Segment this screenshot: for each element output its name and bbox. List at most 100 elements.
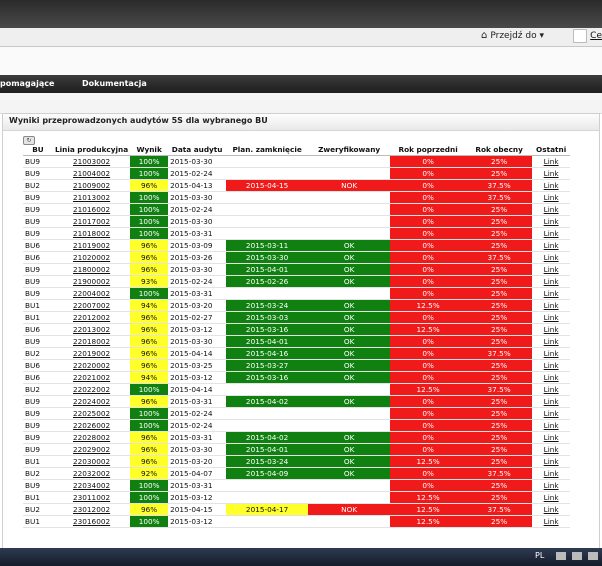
last-audit-link[interactable]: Link bbox=[544, 169, 559, 178]
cell-prev-year: 0% bbox=[390, 227, 467, 240]
last-audit-link[interactable]: Link bbox=[544, 325, 559, 334]
cell-score: 100% bbox=[130, 479, 169, 492]
last-audit-link[interactable]: Link bbox=[544, 289, 559, 298]
last-audit-link[interactable]: Link bbox=[544, 241, 559, 250]
cell-verified: OK bbox=[308, 443, 391, 456]
last-audit-link[interactable]: Link bbox=[544, 217, 559, 226]
last-audit-link[interactable]: Link bbox=[544, 193, 559, 202]
last-audit-link[interactable]: Link bbox=[544, 205, 559, 214]
line-link[interactable]: 22028002 bbox=[73, 433, 110, 442]
last-audit-link[interactable]: Link bbox=[544, 181, 559, 190]
line-link[interactable]: 22030002 bbox=[73, 457, 110, 466]
line-link[interactable]: 22022002 bbox=[73, 385, 110, 394]
last-audit-link[interactable]: Link bbox=[544, 457, 559, 466]
last-audit-link[interactable]: Link bbox=[544, 373, 559, 382]
line-link[interactable]: 22026002 bbox=[73, 421, 110, 430]
cell-planned-close: 2015-03-16 bbox=[226, 323, 309, 336]
last-audit-link[interactable]: Link bbox=[544, 493, 559, 502]
line-link[interactable]: 22020002 bbox=[73, 361, 110, 370]
col-header-last[interactable]: Ostatni bbox=[532, 144, 571, 156]
cell-last: Link bbox=[532, 155, 571, 168]
line-link[interactable]: 22012002 bbox=[73, 313, 110, 322]
last-audit-link[interactable]: Link bbox=[544, 301, 559, 310]
last-audit-link[interactable]: Link bbox=[544, 229, 559, 238]
line-link[interactable]: 22024002 bbox=[73, 397, 110, 406]
col-header-line[interactable]: Linia produkcyjna bbox=[53, 144, 131, 156]
line-link[interactable]: 21017002 bbox=[73, 217, 110, 226]
cell-prev-year: 0% bbox=[390, 239, 467, 252]
last-audit-link[interactable]: Link bbox=[544, 421, 559, 430]
line-link[interactable]: 22004002 bbox=[73, 289, 110, 298]
last-audit-link[interactable]: Link bbox=[544, 157, 559, 166]
col-header-bu[interactable]: BU bbox=[23, 144, 53, 156]
menu-item-dokumentacja[interactable]: Dokumentacja bbox=[82, 79, 147, 88]
line-link[interactable]: 21003002 bbox=[73, 157, 110, 166]
menu-item-pomagajace[interactable]: pomagające bbox=[0, 79, 54, 88]
last-audit-link[interactable]: Link bbox=[544, 349, 559, 358]
line-link[interactable]: 22007002 bbox=[73, 301, 110, 310]
col-header-score[interactable]: Wynik bbox=[130, 144, 169, 156]
line-link[interactable]: 21900002 bbox=[73, 277, 110, 286]
user-link[interactable]: Ce bbox=[590, 31, 602, 41]
cell-score: 96% bbox=[130, 179, 169, 192]
last-audit-link[interactable]: Link bbox=[544, 385, 559, 394]
line-link[interactable]: 21800002 bbox=[73, 265, 110, 274]
last-audit-link[interactable]: Link bbox=[544, 481, 559, 490]
line-link[interactable]: 22034002 bbox=[73, 481, 110, 490]
last-audit-link[interactable]: Link bbox=[544, 277, 559, 286]
last-audit-link[interactable]: Link bbox=[544, 361, 559, 370]
cell-planned-close bbox=[226, 491, 309, 504]
cell-curr-year: 37.5% bbox=[466, 467, 533, 480]
cell-verified bbox=[308, 203, 391, 216]
last-audit-link[interactable]: Link bbox=[544, 253, 559, 262]
last-audit-link[interactable]: Link bbox=[544, 397, 559, 406]
line-link[interactable]: 22025002 bbox=[73, 409, 110, 418]
last-audit-link[interactable]: Link bbox=[544, 265, 559, 274]
language-indicator[interactable]: PL bbox=[535, 551, 544, 560]
table-row: BU9 22034002 100% 2015-03-31 0% 25% Link bbox=[23, 479, 571, 492]
col-header-curr-year[interactable]: Rok obecny bbox=[466, 144, 533, 156]
line-link[interactable]: 22021002 bbox=[73, 373, 110, 382]
table-row: BU9 21017002 100% 2015-03-30 0% 25% Link bbox=[23, 215, 571, 228]
line-link[interactable]: 23016002 bbox=[73, 517, 110, 526]
keyboard-icon[interactable] bbox=[556, 552, 566, 560]
cell-planned-close: 2015-03-24 bbox=[226, 299, 309, 312]
cell-last: Link bbox=[532, 395, 571, 408]
last-audit-link[interactable]: Link bbox=[544, 517, 559, 526]
cell-last: Link bbox=[532, 479, 571, 492]
line-link[interactable]: 21013002 bbox=[73, 193, 110, 202]
user-area[interactable]: Ce bbox=[573, 29, 602, 43]
last-audit-link[interactable]: Link bbox=[544, 505, 559, 514]
network-icon[interactable] bbox=[572, 552, 582, 560]
last-audit-link[interactable]: Link bbox=[544, 313, 559, 322]
line-link[interactable]: 21009002 bbox=[73, 181, 110, 190]
cell-last: Link bbox=[532, 431, 571, 444]
line-link[interactable]: 21020002 bbox=[73, 253, 110, 262]
last-audit-link[interactable]: Link bbox=[544, 337, 559, 346]
col-header-audit-date[interactable]: Data audytu bbox=[168, 144, 227, 156]
line-link[interactable]: 21018002 bbox=[73, 229, 110, 238]
line-link[interactable]: 21016002 bbox=[73, 205, 110, 214]
line-link[interactable]: 22019002 bbox=[73, 349, 110, 358]
goto-menu[interactable]: ⌂ Przejdź do ▾ bbox=[481, 30, 544, 41]
line-link[interactable]: 21019002 bbox=[73, 241, 110, 250]
line-link[interactable]: 23012002 bbox=[73, 505, 110, 514]
cell-prev-year: 0% bbox=[390, 431, 467, 444]
line-link[interactable]: 21004002 bbox=[73, 169, 110, 178]
last-audit-link[interactable]: Link bbox=[544, 409, 559, 418]
cell-score: 100% bbox=[130, 203, 169, 216]
line-link[interactable]: 23011002 bbox=[73, 493, 110, 502]
last-audit-link[interactable]: Link bbox=[544, 469, 559, 478]
line-link[interactable]: 22029002 bbox=[73, 445, 110, 454]
line-link[interactable]: 22018002 bbox=[73, 337, 110, 346]
col-header-planned-close[interactable]: Plan. zamknięcie bbox=[226, 144, 309, 156]
line-link[interactable]: 22032002 bbox=[73, 469, 110, 478]
cell-score: 100% bbox=[130, 383, 169, 396]
volume-icon[interactable] bbox=[588, 552, 598, 560]
last-audit-link[interactable]: Link bbox=[544, 433, 559, 442]
col-header-prev-year[interactable]: Rok poprzedni bbox=[390, 144, 467, 156]
cell-last: Link bbox=[532, 419, 571, 432]
col-header-verified[interactable]: Zweryfikowany bbox=[308, 144, 391, 156]
line-link[interactable]: 22013002 bbox=[73, 325, 110, 334]
last-audit-link[interactable]: Link bbox=[544, 445, 559, 454]
